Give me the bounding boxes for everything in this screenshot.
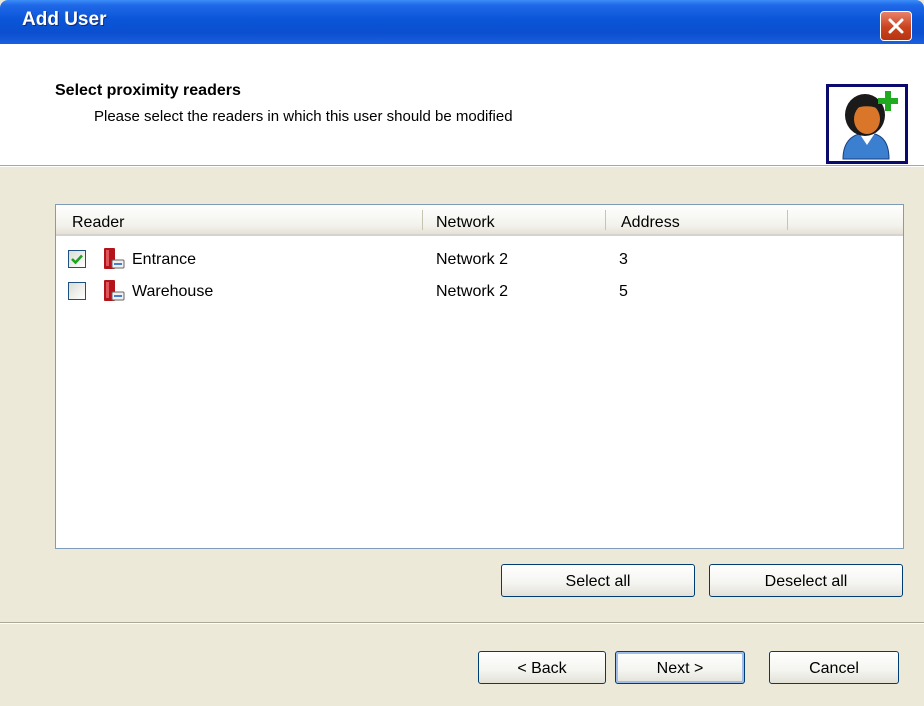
deselect-all-button[interactable]: Deselect all bbox=[709, 564, 903, 597]
column-header-reader[interactable]: Reader bbox=[72, 214, 124, 232]
reader-network: Network 2 bbox=[436, 251, 509, 268]
reader-network: Network 2 bbox=[436, 283, 509, 300]
add-user-dialog: Add User Select proximity readers Please… bbox=[0, 0, 924, 706]
column-header-address[interactable]: Address bbox=[621, 214, 680, 232]
list-item[interactable]: Warehouse Network 2 5 bbox=[56, 277, 903, 307]
window-title: Add User bbox=[22, 9, 107, 30]
list-item[interactable]: Entrance Network 2 3 bbox=[56, 245, 903, 275]
column-header-network[interactable]: Network bbox=[436, 214, 495, 232]
reader-checkbox[interactable] bbox=[68, 282, 86, 300]
checkmark-icon bbox=[71, 254, 83, 265]
column-divider[interactable] bbox=[422, 210, 423, 230]
user-add-icon bbox=[826, 84, 908, 164]
title-bar[interactable]: Add User bbox=[0, 0, 924, 44]
reader-icon bbox=[104, 248, 125, 269]
reader-name: Warehouse bbox=[132, 283, 214, 300]
reader-name: Entrance bbox=[132, 251, 197, 268]
back-button[interactable]: < Back bbox=[478, 651, 606, 684]
reader-address: 5 bbox=[619, 283, 628, 300]
close-icon bbox=[888, 18, 904, 34]
column-divider[interactable] bbox=[605, 210, 606, 230]
readers-list[interactable]: Reader Network Address Entrance Network … bbox=[55, 204, 904, 549]
cancel-button[interactable]: Cancel bbox=[769, 651, 899, 684]
column-divider[interactable] bbox=[787, 210, 788, 230]
select-all-button[interactable]: Select all bbox=[501, 564, 695, 597]
page-subtitle: Please select the readers in which this … bbox=[94, 108, 513, 125]
next-button[interactable]: Next > bbox=[615, 651, 745, 684]
reader-address: 3 bbox=[619, 251, 628, 268]
page-title: Select proximity readers bbox=[55, 82, 241, 99]
list-header: Reader Network Address bbox=[56, 205, 903, 236]
close-button[interactable] bbox=[880, 11, 912, 41]
reader-icon bbox=[104, 280, 125, 301]
reader-checkbox[interactable] bbox=[68, 250, 86, 268]
wizard-header: Select proximity readers Please select t… bbox=[0, 44, 924, 165]
